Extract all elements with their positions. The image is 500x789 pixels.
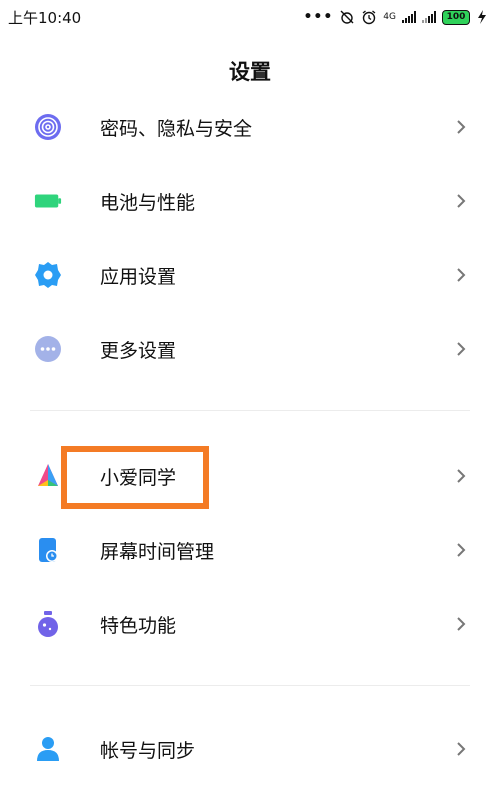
highlight-box [61,446,209,509]
signal-icon-2 [422,11,436,23]
settings-item-account[interactable]: 帐号与同步 [0,712,500,786]
battery-icon [34,187,62,215]
chevron-right-icon [457,194,466,208]
xiaoai-icon [34,462,62,490]
chevron-right-icon [457,543,466,557]
settings-item-label: 更多设置 [100,339,177,362]
page-title: 设置 [229,60,271,84]
settings-item-screen-time[interactable]: 屏幕时间管理 [0,513,500,587]
more-icon [34,335,62,363]
settings-item-privacy[interactable]: 密码、隐私与安全 [0,90,500,164]
signal-icon [402,11,416,23]
battery-level: 100 [442,9,470,25]
account-icon [34,735,62,763]
status-icons: ••• 4G 100 [303,9,488,25]
settings-list: 密码、隐私与安全 电池与性能 应用设置 更多设置 小爱同学 屏幕时间管理 特色功… [0,90,500,786]
settings-item-features[interactable]: 特色功能 [0,587,500,661]
gear-icon [34,261,62,289]
settings-item-label: 特色功能 [100,614,177,637]
status-bar: 上午10:40 ••• 4G 100 [0,0,500,34]
chevron-right-icon [457,742,466,756]
settings-item-label: 应用设置 [100,265,177,288]
alarm-icon [362,10,376,25]
settings-item-label: 屏幕时间管理 [100,540,215,563]
more-dots-icon: ••• [303,9,334,25]
chevron-right-icon [457,617,466,631]
charging-icon [478,10,486,24]
network-type: 4G [383,11,396,22]
chevron-right-icon [457,120,466,134]
screen-time-icon [34,536,62,564]
chevron-right-icon [457,268,466,282]
flask-icon [34,610,62,638]
status-time: 上午10:40 [8,8,82,27]
alarm-off-icon [340,10,354,24]
chevron-right-icon [457,469,466,483]
chevron-right-icon [457,342,466,356]
settings-item-battery[interactable]: 电池与性能 [0,164,500,238]
settings-item-label: 电池与性能 [100,191,196,214]
settings-item-more[interactable]: 更多设置 [0,312,500,386]
fingerprint-icon [34,113,62,141]
settings-item-apps[interactable]: 应用设置 [0,238,500,312]
settings-item-label: 密码、隐私与安全 [100,117,253,140]
settings-item-label: 帐号与同步 [100,739,196,762]
